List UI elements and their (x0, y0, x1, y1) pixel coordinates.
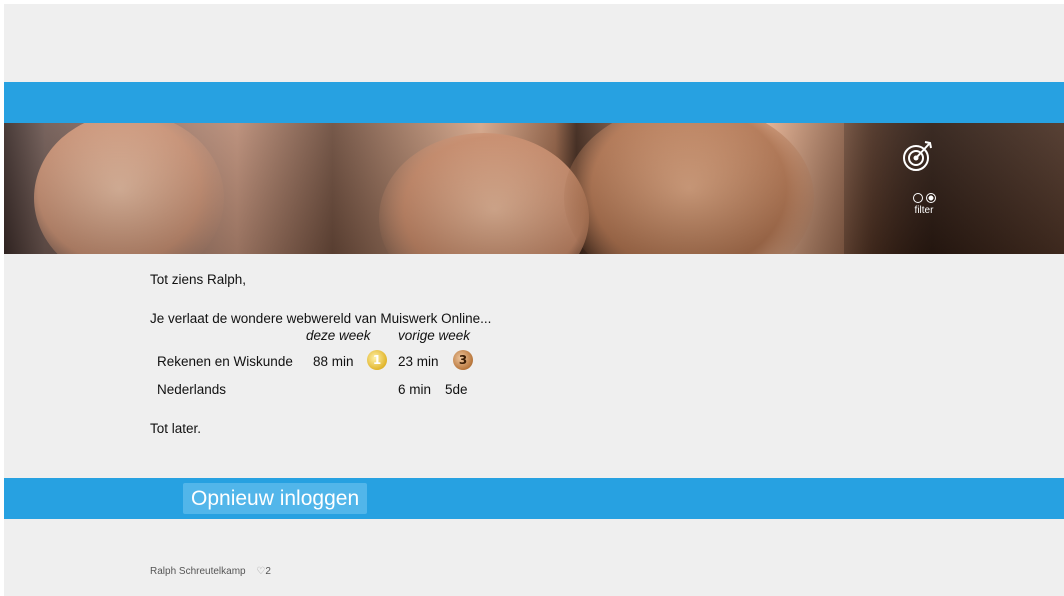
bottom-bar: Opnieuw inloggen (4, 478, 1064, 519)
rank-last-week: 5de (445, 382, 468, 397)
banner-photo: filter (4, 123, 1064, 254)
column-last-week: vorige week (398, 328, 471, 343)
greeting: Tot ziens Ralph, (150, 272, 247, 287)
heart-icon[interactable]: ♡ (256, 566, 265, 577)
closing-text: Tot later. (150, 421, 202, 436)
radio-off-icon[interactable] (912, 193, 923, 203)
footer: Ralph Schreutelkamp ♡2 (150, 566, 271, 577)
minutes-this-week: 88 min (313, 354, 354, 369)
footer-user: Ralph Schreutelkamp (150, 566, 246, 577)
radio-on-icon[interactable] (925, 193, 936, 203)
column-this-week: deze week (306, 328, 371, 343)
minutes-last-week: 6 min (398, 382, 432, 397)
filter-label: filter (914, 205, 934, 216)
gold-medal-icon: 1 (367, 350, 387, 370)
minutes-last-week: 23 min (398, 354, 439, 369)
subject-name: Rekenen en Wiskunde (157, 354, 293, 369)
filter-toggle[interactable]: filter (904, 193, 944, 216)
target-icon[interactable] (901, 139, 935, 173)
top-bar (4, 82, 1064, 123)
subject-name: Nederlands (157, 382, 227, 397)
leaving-text: Je verlaat de wondere webwereld van Muis… (150, 311, 492, 326)
login-again-button[interactable]: Opnieuw inloggen (183, 483, 368, 514)
likes-count: 2 (265, 566, 271, 577)
page: filter Tot ziens Ralph, Je verlaat de wo… (4, 4, 1064, 596)
bronze-medal-icon: 3 (453, 350, 473, 370)
